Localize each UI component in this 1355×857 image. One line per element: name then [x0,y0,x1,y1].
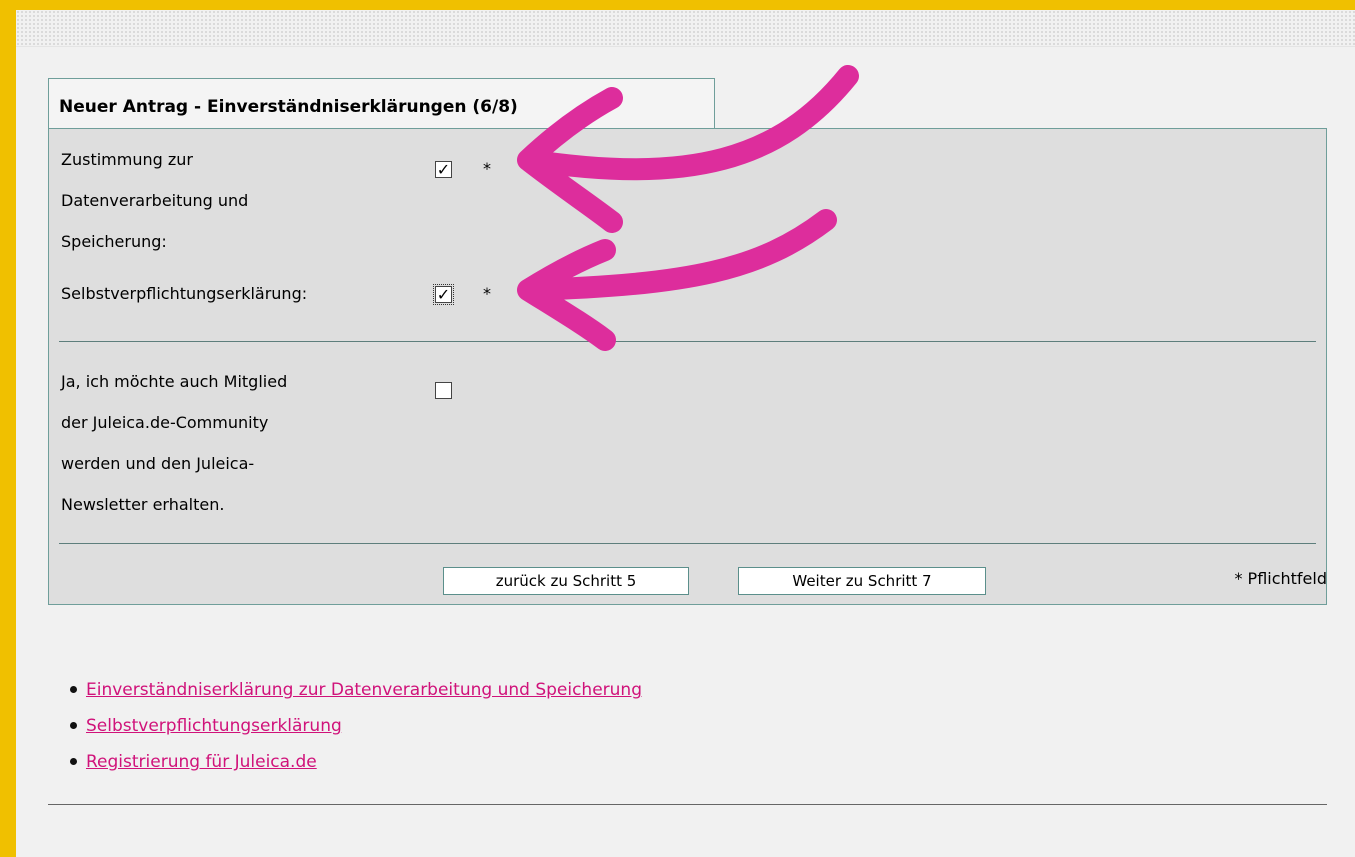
section-divider [59,341,1316,342]
self-commitment-link[interactable]: Selbstverpflichtungserklärung [86,716,342,736]
self-commitment-label: Selbstverpflichtungserklärung: [61,284,308,303]
bottom-divider [48,804,1327,805]
next-to-step-7-button[interactable]: Weiter zu Schritt 7 [738,567,986,595]
form-title-tab: Neuer Antrag - Einverständniserklärungen… [48,78,715,128]
required-mark: * [483,159,491,178]
list-item: Registrierung für Juleica.de [70,744,642,780]
consent-data-processing-label: Zustimmung zur Datenverarbeitung und Spe… [61,150,249,251]
required-mark: * [483,284,491,303]
section-divider [59,543,1316,544]
community-newsletter-checkbox[interactable] [435,382,452,399]
self-commitment-checkbox[interactable]: ✓ [433,284,454,305]
top-pattern-strip [16,10,1355,47]
community-newsletter-label: Ja, ich möchte auch Mitglied der Juleica… [61,372,288,514]
consent-data-processing-checkbox[interactable]: ✓ [435,161,452,178]
back-to-step-5-button[interactable]: zurück zu Schritt 5 [443,567,689,595]
list-item: Einverständniserklärung zur Datenverarbe… [70,672,642,708]
consent-form-panel: Zustimmung zur Datenverarbeitung und Spe… [48,128,1327,605]
checkmark-icon: ✓ [436,285,451,304]
required-field-note: * Pflichtfeld [1234,569,1327,588]
page-frame: Neuer Antrag - Einverständniserklärungen… [16,10,1355,857]
consent-info-link[interactable]: Einverständniserklärung zur Datenverarbe… [86,680,642,700]
checkmark-icon: ✓ [436,160,451,179]
info-links-list: Einverständniserklärung zur Datenverarbe… [70,672,642,780]
registration-link[interactable]: Registrierung für Juleica.de [86,752,317,772]
form-title: Neuer Antrag - Einverständniserklärungen… [59,97,518,117]
list-item: Selbstverpflichtungserklärung [70,708,642,744]
